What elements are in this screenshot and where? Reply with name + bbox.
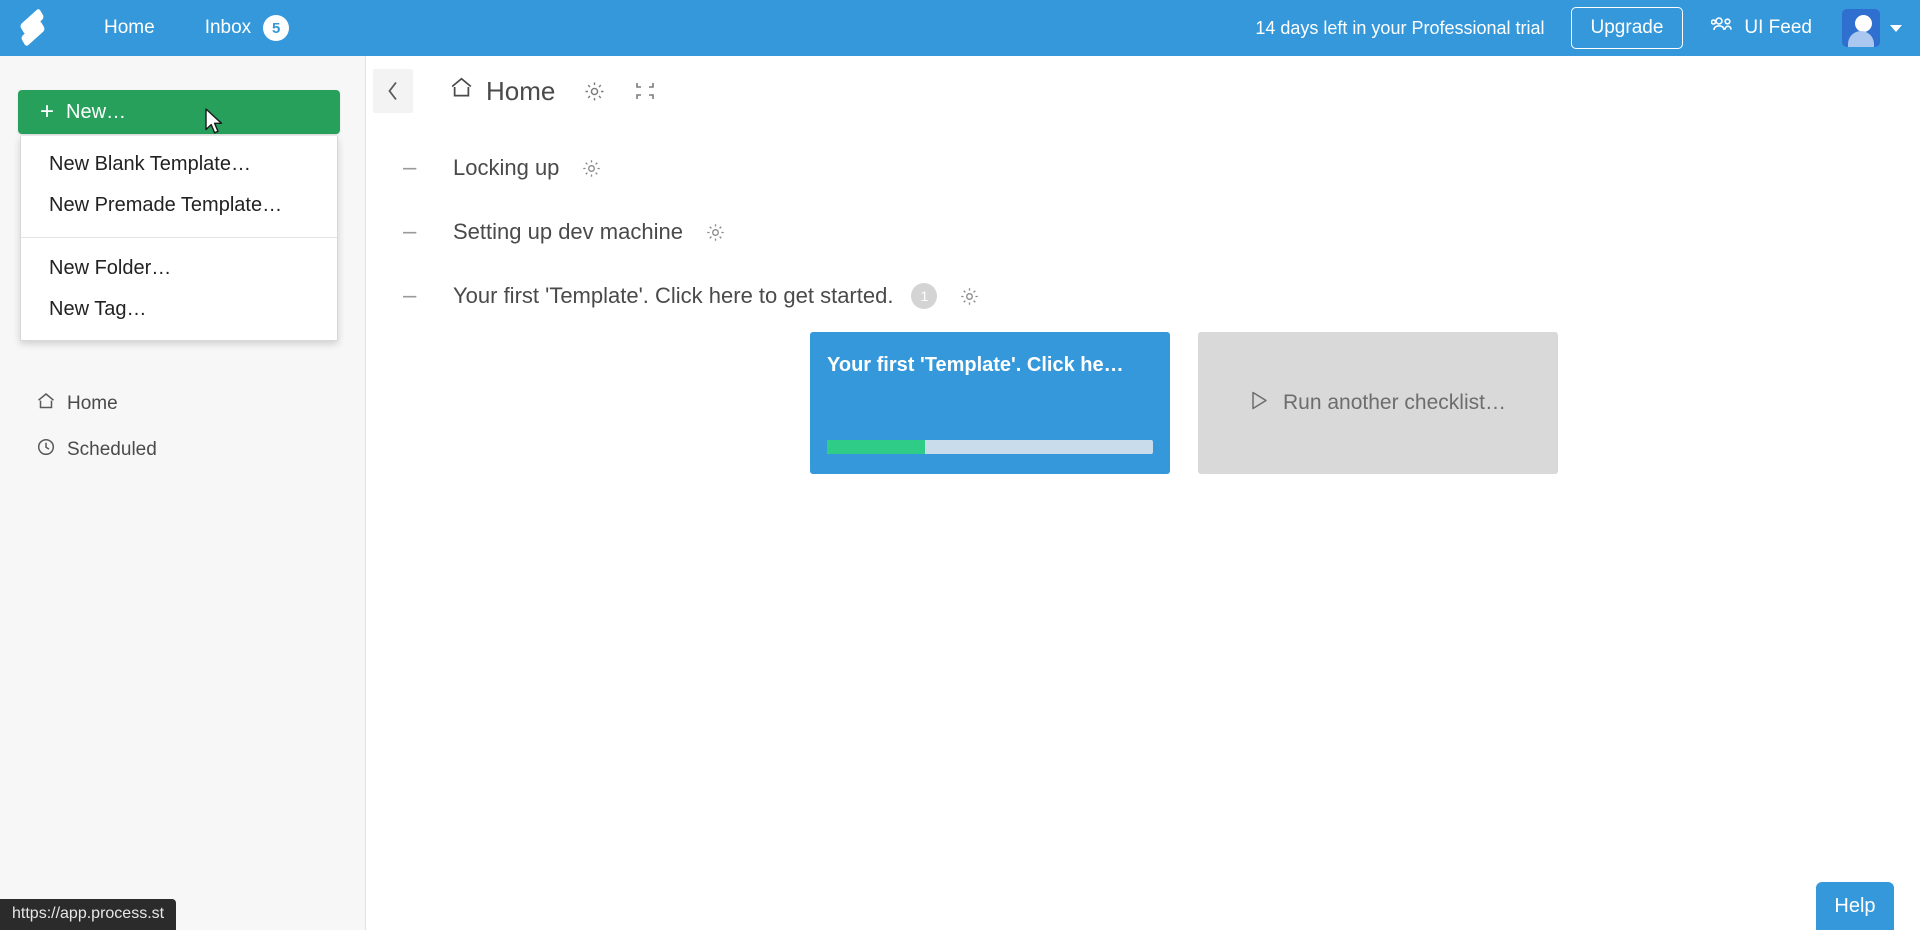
ui-feed-button[interactable]: UI Feed — [1711, 16, 1812, 40]
run-another-checklist-label-group: Run another checklist… — [1198, 332, 1558, 474]
avatar — [1842, 9, 1880, 47]
section-row: – Locking up — [367, 136, 1920, 200]
process-street-logo-icon[interactable] — [16, 7, 50, 48]
page-settings-button[interactable] — [583, 80, 606, 103]
section-count-badge: 1 — [911, 283, 938, 309]
sidebar-item-home[interactable]: Home — [0, 381, 365, 427]
people-group-icon — [1711, 16, 1735, 40]
section-list: – Locking up – Setting up dev machine – … — [367, 136, 1920, 474]
sidebar-item-scheduled[interactable]: Scheduled — [0, 427, 365, 473]
checklist-card-row: Your first 'Template'. Click he… Run ano… — [367, 332, 1920, 474]
account-menu-button[interactable] — [1842, 9, 1902, 47]
nav-inbox[interactable]: Inbox 5 — [191, 9, 303, 47]
inbox-unread-badge: 5 — [263, 15, 290, 41]
new-dropdown-menu: New Blank Template… New Premade Template… — [20, 136, 338, 341]
minus-icon[interactable]: – — [403, 284, 425, 308]
menu-new-tag[interactable]: New Tag… — [21, 289, 337, 330]
sidebar-nav-list: Home Scheduled — [0, 381, 365, 473]
sidebar-item-scheduled-label: Scheduled — [67, 439, 157, 460]
main-content: Home – Locking up – Setting up dev machi… — [367, 56, 1920, 930]
menu-new-folder[interactable]: New Folder… — [21, 248, 337, 289]
new-button-label: New… — [66, 100, 127, 123]
sidebar-collapse-button[interactable] — [373, 69, 413, 113]
upgrade-button[interactable]: Upgrade — [1570, 7, 1684, 49]
top-bar-right-group: 14 days left in your Professional trial … — [1255, 7, 1920, 49]
menu-new-blank-template[interactable]: New Blank Template… — [21, 144, 337, 185]
top-navigation-bar: Home Inbox 5 14 days left in your Profes… — [0, 0, 1920, 56]
gear-icon[interactable] — [705, 222, 726, 243]
collapse-all-button[interactable] — [634, 80, 656, 102]
menu-divider — [21, 237, 337, 238]
page-title-label: Home — [486, 75, 556, 106]
page-title: Home — [449, 75, 555, 107]
home-icon — [36, 391, 56, 417]
plus-icon: + — [40, 98, 55, 125]
help-button[interactable]: Help — [1816, 882, 1894, 930]
chevron-down-icon — [1890, 24, 1902, 32]
section-title[interactable]: Your first 'Template'. Click here to get… — [453, 283, 893, 309]
sidebar-item-home-label: Home — [67, 393, 118, 414]
status-bar-url: https://app.process.st — [0, 899, 177, 930]
run-another-checklist-card[interactable]: Run another checklist… — [1198, 332, 1558, 474]
trial-status-text: 14 days left in your Professional trial — [1255, 17, 1545, 38]
section-row: – Your first 'Template'. Click here to g… — [367, 264, 1920, 328]
section-title[interactable]: Setting up dev machine — [453, 219, 683, 245]
home-icon — [449, 75, 474, 107]
checklist-progress-fill — [827, 440, 925, 454]
checklist-card[interactable]: Your first 'Template'. Click he… — [810, 332, 1170, 474]
content-header: Home — [367, 56, 1920, 113]
minus-icon[interactable]: – — [403, 156, 425, 180]
minus-icon[interactable]: – — [403, 220, 425, 244]
run-another-checklist-label: Run another checklist… — [1283, 391, 1506, 414]
gear-icon[interactable] — [581, 158, 602, 179]
section-title[interactable]: Locking up — [453, 155, 559, 181]
nav-home[interactable]: Home — [90, 11, 169, 45]
app-root: Home Inbox 5 14 days left in your Profes… — [0, 0, 1920, 930]
gear-icon[interactable] — [959, 286, 980, 307]
new-button[interactable]: + New… — [18, 90, 340, 134]
nav-inbox-label: Inbox — [204, 17, 252, 38]
play-triangle-icon — [1250, 390, 1269, 417]
clock-icon — [36, 437, 56, 463]
section-row: – Setting up dev machine — [367, 200, 1920, 264]
checklist-card-title: Your first 'Template'. Click he… — [827, 354, 1124, 376]
nav-home-label: Home — [104, 17, 155, 38]
menu-new-premade-template[interactable]: New Premade Template… — [21, 185, 337, 226]
ui-feed-label: UI Feed — [1744, 17, 1812, 38]
checklist-progress-bar — [827, 440, 1153, 454]
